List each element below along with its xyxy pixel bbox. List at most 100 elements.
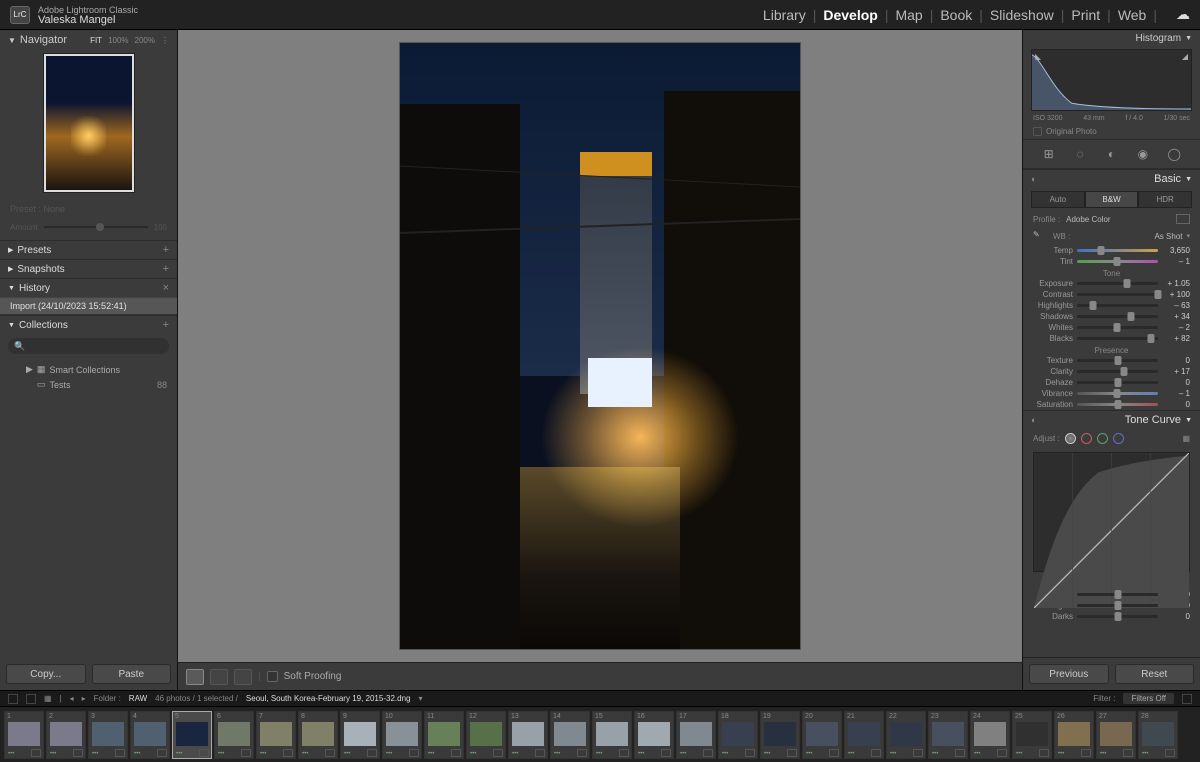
slider-exposure[interactable]: Exposure+ 1.05 [1023, 278, 1200, 289]
collection-tests[interactable]: ▶▭Tests88 [10, 377, 167, 392]
folder-breadcrumb[interactable]: RAW [129, 694, 147, 703]
curve-red-channel[interactable] [1081, 433, 1092, 444]
module-print[interactable]: Print [1071, 7, 1100, 23]
filmstrip-thumb[interactable]: 15••• [592, 711, 632, 759]
slider-clarity[interactable]: Clarity+ 17 [1023, 366, 1200, 377]
filmstrip-thumb[interactable]: 11••• [424, 711, 464, 759]
point-curve-icon[interactable]: ▦ [1182, 434, 1190, 443]
module-map[interactable]: Map [895, 7, 922, 23]
cloud-sync-icon[interactable]: ☁ [1176, 6, 1190, 23]
profile-browser-icon[interactable] [1176, 214, 1190, 224]
original-photo-toggle[interactable]: Original Photo [1023, 124, 1200, 139]
tone-curve-editor[interactable] [1033, 452, 1190, 572]
before-after-tb-button[interactable] [234, 669, 252, 685]
filmstrip-thumb[interactable]: 1••• [4, 711, 44, 759]
filmstrip-thumb[interactable]: 7••• [256, 711, 296, 759]
slider-texture[interactable]: Texture0 [1023, 355, 1200, 366]
wb-dropper-icon[interactable]: ✎ [1033, 230, 1045, 242]
copy-button[interactable]: Copy... [6, 664, 86, 684]
filmstrip-thumb[interactable]: 26••• [1054, 711, 1094, 759]
secondary-display-2-button[interactable] [26, 694, 36, 704]
curve-green-channel[interactable] [1097, 433, 1108, 444]
breadcrumb-dropdown-icon[interactable]: ▾ [418, 694, 422, 703]
filmstrip-thumb[interactable]: 23••• [928, 711, 968, 759]
slider-temp[interactable]: Temp3,650 [1023, 245, 1200, 256]
filmstrip-thumb[interactable]: 17••• [676, 711, 716, 759]
main-photo[interactable] [400, 43, 800, 649]
add-snapshot-icon[interactable]: + [163, 263, 169, 275]
curve-all-channel[interactable] [1065, 433, 1076, 444]
filmstrip-thumb[interactable]: 22••• [886, 711, 926, 759]
basic-panel-header[interactable]: ◐ Basic▼ [1023, 169, 1200, 188]
slider-shadows[interactable]: Shadows+ 34 [1023, 311, 1200, 322]
module-book[interactable]: Book [940, 7, 972, 23]
paste-button[interactable]: Paste [92, 664, 172, 684]
collections-panel-header[interactable]: ▼Collections+ [0, 315, 177, 334]
module-develop[interactable]: Develop [823, 7, 877, 23]
filmstrip-thumb[interactable]: 19••• [760, 711, 800, 759]
filmstrip-thumb[interactable]: 5••• [172, 711, 212, 759]
filmstrip-thumb[interactable]: 12••• [466, 711, 506, 759]
slider-contrast[interactable]: Contrast+ 100 [1023, 289, 1200, 300]
module-library[interactable]: Library [763, 7, 806, 23]
filmstrip-thumb[interactable]: 27••• [1096, 711, 1136, 759]
add-collection-icon[interactable]: + [163, 319, 169, 331]
filmstrip-thumb[interactable]: 16••• [634, 711, 674, 759]
filmstrip-thumb[interactable]: 28••• [1138, 711, 1178, 759]
filmstrip-thumb[interactable]: 8••• [298, 711, 338, 759]
crop-tool-icon[interactable]: ⊞ [1041, 146, 1057, 162]
go-forward-icon[interactable]: ▸ [82, 694, 86, 703]
profile-selector[interactable]: Profile :Adobe Color [1023, 211, 1200, 227]
add-preset-icon[interactable]: + [163, 244, 169, 256]
module-slideshow[interactable]: Slideshow [990, 7, 1054, 23]
filmstrip-thumb[interactable]: 20••• [802, 711, 842, 759]
loupe-view-button[interactable] [186, 669, 204, 685]
filmstrip-thumb[interactable]: 14••• [550, 711, 590, 759]
mask-tool-icon[interactable]: ◐ [1103, 146, 1119, 162]
reset-button[interactable]: Reset [1115, 664, 1195, 684]
wb-dropdown-icon[interactable]: ▾ [1186, 232, 1190, 240]
go-back-icon[interactable]: ◂ [70, 694, 74, 703]
preset-amount-slider[interactable]: Amount 100 [0, 220, 177, 234]
filmstrip-thumb[interactable]: 18••• [718, 711, 758, 759]
slider-highlights[interactable]: Highlights– 63 [1023, 300, 1200, 311]
history-step[interactable]: Import (24/10/2023 15:52:41) [0, 297, 177, 315]
zoom-more-icon[interactable]: ⋮ [161, 36, 169, 45]
grid-view-icon[interactable]: ▦ [44, 694, 52, 703]
collections-filter-input[interactable]: 🔍 [8, 338, 169, 354]
treatment-bw[interactable]: B&W [1085, 191, 1139, 208]
filmstrip-thumb[interactable]: 9••• [340, 711, 380, 759]
treatment-auto[interactable]: Auto [1031, 191, 1085, 208]
filmstrip-thumb[interactable]: 21••• [844, 711, 884, 759]
histogram-display[interactable]: ◣ ◢ [1031, 49, 1192, 111]
filter-lock-icon[interactable] [1182, 694, 1192, 704]
slider-whites[interactable]: Whites– 2 [1023, 322, 1200, 333]
filmstrip-thumb[interactable]: 10••• [382, 711, 422, 759]
before-after-lr-button[interactable] [210, 669, 228, 685]
collection-smart[interactable]: ▶▦Smart Collections [10, 362, 167, 377]
presets-panel-header[interactable]: ▶Presets+ [0, 240, 177, 259]
zoom-fit[interactable]: FIT [90, 36, 102, 45]
filmstrip-thumb[interactable]: 13••• [508, 711, 548, 759]
zoom-200[interactable]: 200% [135, 36, 155, 45]
filmstrip[interactable]: 1•••2•••3•••4•••5•••6•••7•••8•••9•••10••… [0, 706, 1200, 762]
slider-tint[interactable]: Tint– 1 [1023, 256, 1200, 267]
previous-button[interactable]: Previous [1029, 664, 1109, 684]
heal-tool-icon[interactable]: ◌ [1072, 146, 1088, 162]
filmstrip-thumb[interactable]: 6••• [214, 711, 254, 759]
slider-darks[interactable]: Darks0 [1023, 611, 1200, 622]
slider-vibrance[interactable]: Vibrance– 1 [1023, 388, 1200, 399]
history-panel-header[interactable]: ▼History× [0, 278, 177, 297]
slider-saturation[interactable]: Saturation0 [1023, 399, 1200, 410]
navigator-header[interactable]: ▼ Navigator FIT 100% 200% ⋮ [0, 30, 177, 50]
filmstrip-thumb[interactable]: 25••• [1012, 711, 1052, 759]
panel-visibility-icon[interactable]: ◐ [1031, 174, 1036, 184]
soft-proofing-checkbox[interactable] [267, 671, 278, 682]
secondary-display-button[interactable] [8, 694, 18, 704]
module-web[interactable]: Web [1118, 7, 1147, 23]
zoom-100[interactable]: 100% [108, 36, 128, 45]
filmstrip-thumb[interactable]: 4••• [130, 711, 170, 759]
snapshots-panel-header[interactable]: ▶Snapshots+ [0, 259, 177, 278]
redeye-tool-icon[interactable]: ◉ [1135, 146, 1151, 162]
curve-blue-channel[interactable] [1113, 433, 1124, 444]
